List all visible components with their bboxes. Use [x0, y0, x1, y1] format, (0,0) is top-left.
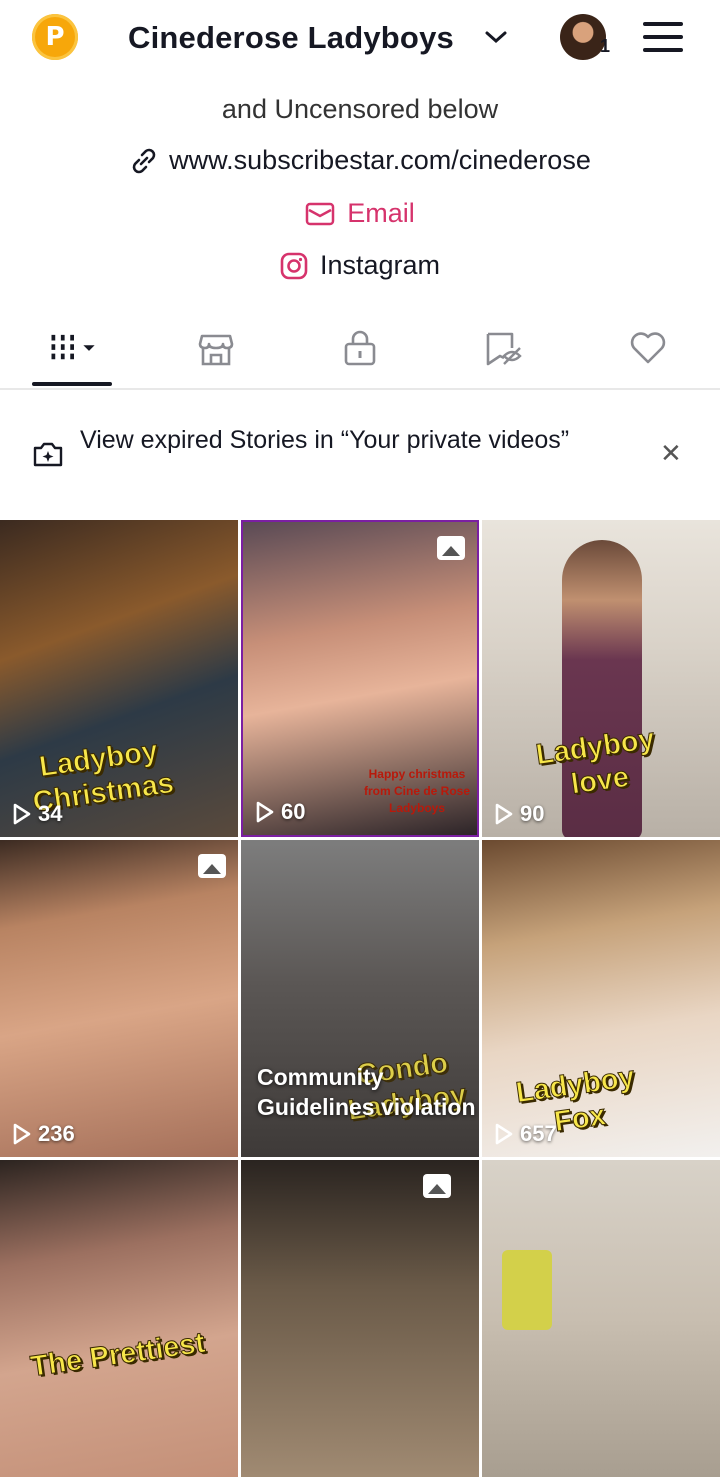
thumbnail-overlay-text: Ladyboy love	[533, 723, 657, 802]
profile-name[interactable]: Cinederose Ladyboys	[128, 20, 454, 56]
video-thumbnail[interactable]	[241, 1160, 479, 1477]
email-label: Email	[347, 198, 415, 228]
tab-saved[interactable]	[474, 326, 534, 370]
tab-private[interactable]	[330, 326, 390, 370]
play-icon	[256, 801, 274, 823]
play-icon	[495, 803, 513, 825]
hidden-bookmark-icon	[486, 332, 522, 366]
close-icon[interactable]: ✕	[660, 438, 682, 469]
play-icon	[13, 1123, 31, 1145]
notification-count: 1	[600, 36, 611, 56]
view-count: 657	[494, 1121, 557, 1147]
thumbnail-caption: Happy christmas from Cine de Rose Ladybo…	[363, 767, 471, 815]
envelope-icon	[305, 202, 335, 225]
banner-message: View expired Stories in “Your private vi…	[80, 426, 570, 454]
video-thumbnail[interactable]: Ladyboy Fox 657	[482, 840, 720, 1157]
photo-icon	[437, 536, 465, 560]
menu-icon[interactable]	[643, 22, 683, 52]
video-thumbnail[interactable]: 236	[0, 840, 238, 1157]
video-thumbnail[interactable]: Ladyboy love 90	[482, 520, 720, 837]
profile-tabs	[0, 318, 720, 390]
website-url: www.subscribestar.com/cinederose	[169, 145, 591, 175]
photo-icon	[423, 1174, 451, 1198]
video-thumbnail[interactable]: Happy christmas from Cine de Rose Ladybo…	[241, 520, 479, 837]
shop-icon	[198, 334, 234, 366]
email-button[interactable]: Email	[0, 198, 720, 229]
play-icon	[13, 803, 31, 825]
view-count: 34	[12, 801, 62, 827]
instagram-label: Instagram	[319, 250, 441, 280]
instagram-icon	[280, 252, 308, 279]
top-bar: P Cinederose Ladyboys 1	[0, 0, 720, 80]
community-guidelines-notice: Community Guidelines violation	[257, 1064, 476, 1120]
view-count: 60	[255, 799, 305, 825]
video-thumbnail[interactable]: Ladyboy Christmas 34	[0, 520, 238, 837]
coin-icon[interactable]: P	[32, 14, 78, 60]
tab-liked[interactable]	[618, 326, 678, 370]
website-link[interactable]: www.subscribestar.com/cinederose	[0, 145, 720, 176]
play-icon	[495, 1123, 513, 1145]
view-count: 236	[12, 1121, 75, 1147]
heart-icon	[630, 332, 666, 364]
lock-icon	[344, 330, 376, 366]
tab-shop[interactable]	[186, 326, 246, 370]
video-thumbnail[interactable]: Condo Ladyboy Community Guidelines violat…	[241, 840, 479, 1157]
thumbnail-overlay-text: The Prettiest	[28, 1326, 208, 1384]
tab-videos[interactable]	[44, 326, 104, 370]
video-thumbnail[interactable]: The Prettiest	[0, 1160, 238, 1477]
link-icon	[132, 148, 156, 173]
video-thumbnail[interactable]	[482, 1160, 720, 1477]
active-tab-indicator	[32, 382, 112, 386]
instagram-link[interactable]: Instagram	[0, 250, 720, 281]
chevron-down-icon[interactable]	[484, 28, 508, 46]
photo-icon	[198, 854, 226, 878]
view-count: 90	[494, 801, 544, 827]
expired-stories-banner[interactable]: View expired Stories in “Your private vi…	[0, 410, 720, 510]
camera-sparkle-icon	[33, 442, 63, 467]
bio-text: and Uncensored below	[221, 94, 499, 124]
grid-icon	[51, 334, 95, 360]
